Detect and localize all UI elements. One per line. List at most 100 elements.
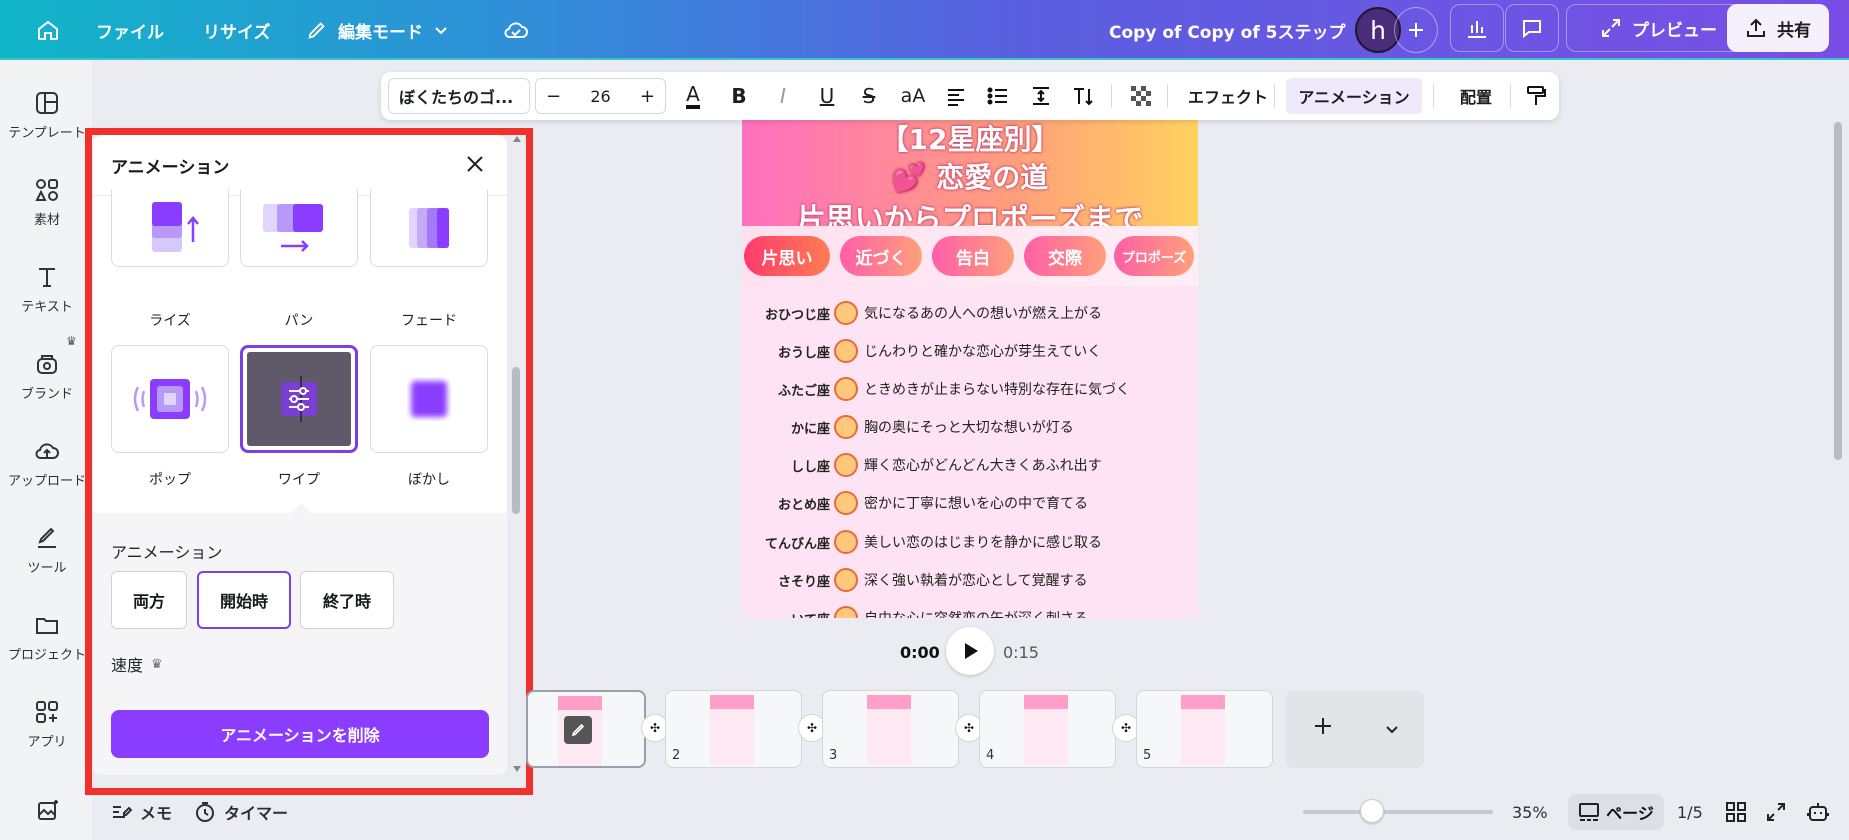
animation-tile-pop[interactable] (111, 345, 229, 453)
add-page-dropdown[interactable] (1384, 714, 1400, 744)
transparency-button[interactable] (1121, 72, 1161, 120)
page-view-button[interactable]: ページ (1568, 794, 1664, 830)
assistant-button[interactable] (1806, 798, 1830, 826)
remove-animation-button[interactable]: アニメーションを削除 (111, 710, 489, 758)
expand-icon (1602, 19, 1620, 37)
close-panel-button[interactable] (460, 149, 490, 179)
animation-panel: アニメーション ライズ パン フェード ポップ ワイプ ぼかし アニメーション … (93, 135, 507, 775)
magic-media-button[interactable] (36, 798, 60, 826)
letter-case-button[interactable]: aA (891, 72, 935, 120)
sidebar-item-projects[interactable]: プロジェクト (0, 612, 94, 663)
comments-button[interactable] (1505, 4, 1559, 52)
spacing-icon (1033, 87, 1049, 105)
list-button[interactable] (978, 72, 1018, 120)
scroll-down-icon[interactable] (513, 766, 521, 772)
zodiac-character-icon (834, 568, 858, 592)
bold-button[interactable]: B (719, 72, 759, 120)
animation-tile-wipe[interactable] (240, 345, 358, 453)
preview-button[interactable]: プレビュー (1566, 4, 1751, 52)
sidebar-item-text[interactable]: テキスト (0, 264, 94, 315)
sidebar-item-templates[interactable]: テンプレート (0, 90, 94, 141)
animation-tile-pan[interactable] (240, 189, 358, 267)
animation-tile-rise[interactable] (111, 189, 229, 267)
italic-button[interactable]: I (763, 72, 803, 120)
speed-label-row: 速度 ♛ (111, 652, 163, 676)
animation-tile-blur[interactable] (370, 345, 488, 453)
font-size-value[interactable]: 26 (590, 87, 610, 106)
sidebar-item-uploads[interactable]: アップロード (0, 438, 94, 489)
page-count[interactable]: 1/5 (1677, 798, 1703, 826)
canvas-scrollbar[interactable] (1834, 122, 1842, 460)
zodiac-text: じんわりと確かな恋心が芽生えていく (864, 344, 1102, 360)
animation-tile-fade[interactable] (370, 189, 488, 267)
zodiac-sign: おうし座 (777, 345, 830, 361)
chevron-down-icon (435, 27, 447, 35)
cloud-save-status[interactable] (502, 0, 530, 60)
zodiac-sign: しし座 (790, 459, 830, 475)
step-2: 近づく (840, 236, 922, 276)
underline-button[interactable]: U (807, 72, 847, 120)
font-family-dropdown[interactable]: ぼくたちのゴ... (388, 78, 530, 114)
animate-button[interactable]: アニメーション (1286, 78, 1422, 114)
page-view-label: ページ (1606, 804, 1654, 823)
vertical-text-button[interactable] (1063, 72, 1103, 120)
effects-button[interactable]: エフェクト (1173, 72, 1283, 120)
edit-pencil-icon (564, 716, 592, 744)
document-title[interactable]: Copy of Copy of 5ステップ (1109, 0, 1345, 60)
notes-button[interactable]: メモ (110, 798, 172, 826)
insights-button[interactable] (1450, 4, 1504, 52)
align-button[interactable] (936, 72, 976, 120)
copy-style-button[interactable] (1517, 72, 1555, 120)
direction-enter-button[interactable]: 開始時 (197, 571, 291, 629)
fullscreen-button[interactable] (1765, 798, 1787, 826)
add-page-button[interactable] (1311, 714, 1335, 745)
home-button[interactable] (36, 0, 60, 60)
timer-label: タイマー (224, 804, 289, 823)
decrease-size-button[interactable]: − (546, 86, 561, 107)
plus-icon (1314, 717, 1331, 734)
share-button[interactable]: 共有 (1727, 4, 1829, 52)
thumbnail-preview (867, 695, 911, 765)
scroll-up-icon[interactable] (513, 136, 521, 142)
page-thumbnail-2[interactable]: 2 (665, 690, 802, 768)
strikethrough-button[interactable]: S (849, 72, 889, 120)
design-page[interactable]: 【12星座別】 💕 恋愛の道 片思いからプロポーズまで 片思い 近づく 告白 交… (742, 118, 1198, 618)
page-thumbnail-5[interactable]: 5 (1136, 690, 1273, 768)
zodiac-text: 美しい恋のはじまりを静かに感じ取る (864, 535, 1102, 551)
sidebar-item-elements[interactable]: 素材 (0, 177, 94, 228)
zodiac-text: 深く強い執着が恋心として覚醒する (864, 573, 1088, 589)
sidebar-item-brand[interactable]: ブランド (0, 351, 94, 402)
page-thumbnail-3[interactable]: 3 (822, 690, 959, 768)
page-thumbnail-1[interactable] (526, 690, 646, 768)
zoom-slider[interactable] (1303, 799, 1493, 823)
position-button[interactable]: 配置 (1441, 72, 1511, 120)
edit-mode-menu[interactable]: 編集モード (306, 0, 449, 60)
zodiac-sign: ふたご座 (777, 383, 830, 399)
timer-button[interactable]: タイマー (194, 798, 288, 826)
tile-label-pan: パン (284, 313, 314, 329)
sidebar-item-tools[interactable]: ツール (0, 525, 94, 576)
play-button[interactable] (946, 627, 994, 675)
direction-exit-button[interactable]: 終了時 (300, 571, 394, 629)
letter-case-icon: aA (900, 85, 926, 107)
spacing-button[interactable] (1021, 72, 1061, 120)
invite-button[interactable] (1394, 7, 1438, 53)
panel-scroll-thumb[interactable] (512, 367, 520, 514)
direction-both-button[interactable]: 両方 (111, 571, 187, 629)
text-toolbar: ぼくたちのゴ... − 26 + A B I U S aA エフェクト アニメー… (381, 72, 1559, 120)
page-thumbnail-4[interactable]: 4 (979, 690, 1116, 768)
sidebar-item-apps[interactable]: アプリ (0, 699, 94, 750)
increase-size-button[interactable]: + (640, 86, 655, 107)
text-color-button[interactable]: A (671, 72, 715, 120)
zoom-level[interactable]: 35% (1512, 798, 1548, 826)
adjust-settings-icon (281, 376, 317, 422)
menu-file[interactable]: ファイル (96, 0, 164, 60)
crown-icon: ♛ (66, 334, 77, 348)
sidebar-item-label: テキスト (21, 300, 73, 315)
menu-resize[interactable]: リサイズ (203, 0, 271, 60)
grid-view-button[interactable] (1725, 798, 1747, 826)
sidebar-item-label: アップロード (7, 474, 86, 489)
zodiac-row: おひつじ座 気になるあの人への想いが燃え上がる (742, 298, 1198, 328)
zoom-slider-knob[interactable] (1359, 799, 1384, 823)
add-page-controls (1286, 690, 1424, 768)
